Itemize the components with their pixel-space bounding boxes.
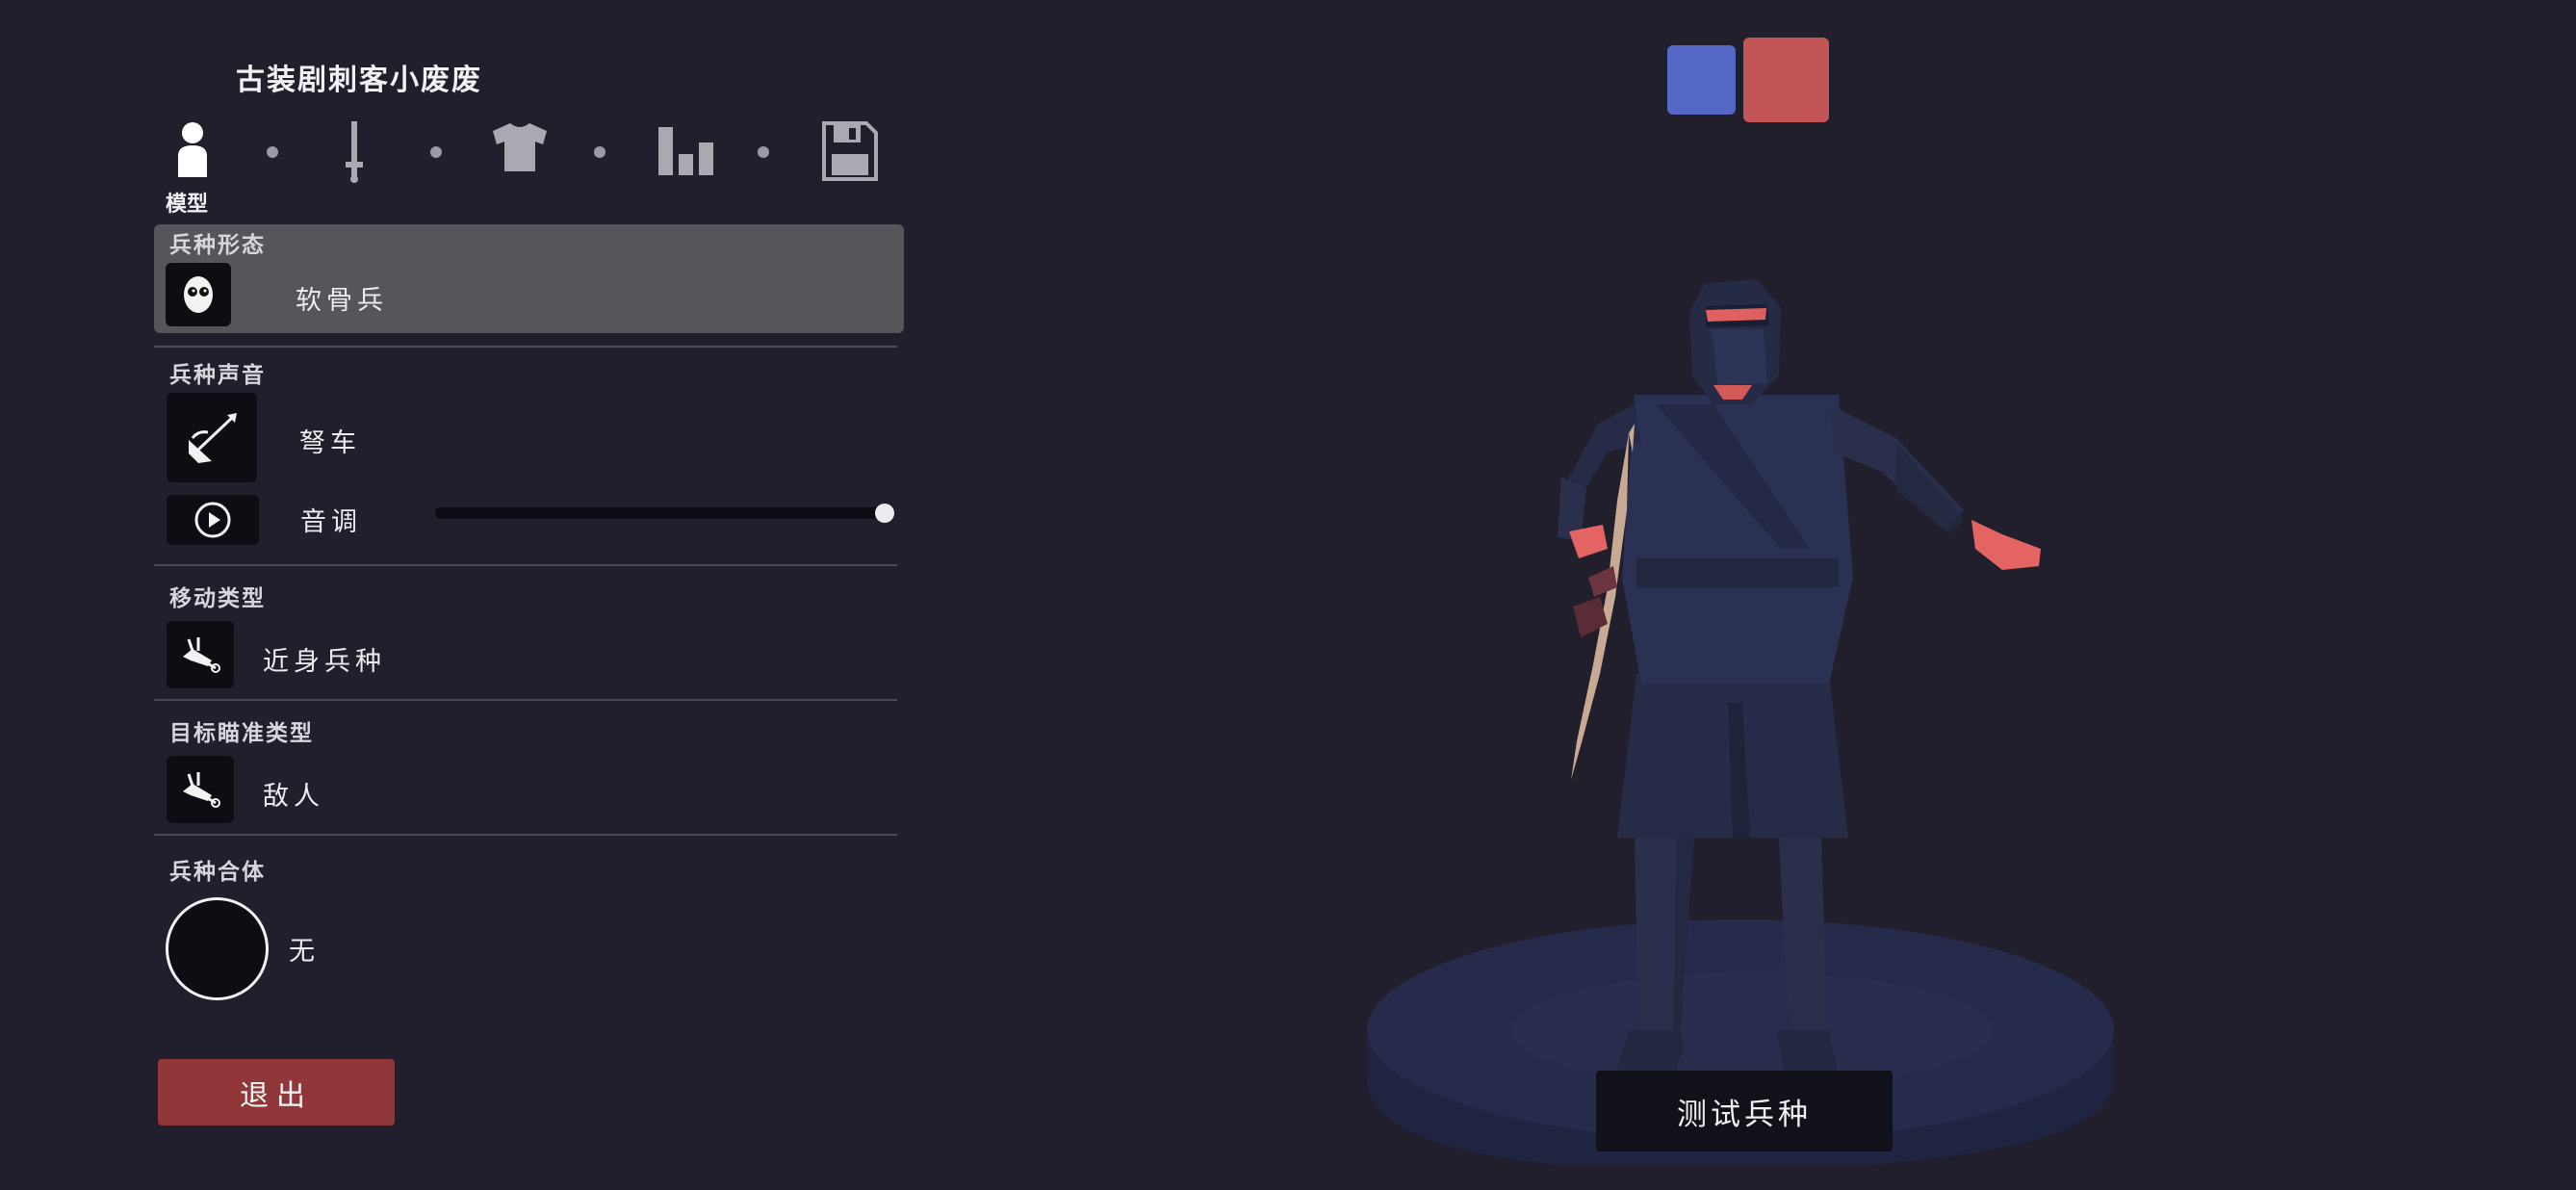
team-blue-swatch[interactable] [1667, 45, 1736, 115]
section-divider [154, 564, 897, 566]
movement-type-value: 近身兵种 [263, 647, 386, 677]
unit-combine-section: 兵种合体 无 [154, 851, 897, 1005]
section-divider [154, 834, 897, 836]
melee-unit-icon[interactable] [167, 756, 234, 823]
face-icon[interactable] [166, 263, 231, 326]
step-separator-dot [758, 146, 769, 158]
team-red-swatch[interactable] [1743, 38, 1829, 122]
targeting-type-label: 目标瞄准类型 [169, 721, 314, 746]
unit-preview-scene[interactable] [1328, 260, 2156, 1190]
exit-button[interactable]: 退出 [158, 1059, 395, 1125]
targeting-type-section: 目标瞄准类型 敌人 [154, 712, 897, 833]
unit-voice-section: 兵种声音 弩车 音调 [154, 354, 897, 556]
pitch-label: 音调 [300, 507, 362, 537]
unit-combine-value: 无 [289, 937, 320, 967]
pitch-slider[interactable] [435, 507, 885, 519]
step-weapon-tab[interactable] [343, 121, 366, 187]
melee-unit-icon[interactable] [167, 621, 234, 688]
step-stats-tab[interactable] [658, 121, 714, 179]
shirt-icon [493, 123, 547, 171]
targeting-type-value: 敌人 [263, 782, 324, 812]
unit-voice-value: 弩车 [299, 428, 361, 458]
section-divider [154, 346, 897, 348]
movement-type-section: 移动类型 近身兵种 [154, 578, 897, 698]
empty-circle-icon[interactable] [166, 897, 269, 1000]
step-separator-dot [267, 146, 278, 158]
test-unit-button[interactable]: 测试兵种 [1596, 1071, 1893, 1151]
step-model-label: 模型 [166, 193, 209, 217]
unit-form-section: 兵种形态 软骨兵 [154, 224, 897, 333]
play-sound-button[interactable] [167, 495, 259, 545]
bar-chart-icon [658, 127, 713, 175]
unit-name-title[interactable]: 古装剧刺客小废废 [157, 56, 561, 98]
ballista-icon[interactable] [167, 393, 257, 482]
step-model-tab[interactable] [175, 121, 210, 181]
unit-form-label: 兵种形态 [169, 233, 266, 258]
editor-steps-nav [154, 114, 886, 191]
step-save-tab[interactable] [822, 121, 878, 185]
person-icon [178, 122, 207, 177]
sword-icon [346, 121, 363, 183]
unit-form-value: 软骨兵 [296, 286, 388, 316]
save-icon [822, 121, 878, 181]
section-divider [154, 699, 897, 701]
play-icon [194, 502, 231, 538]
movement-type-label: 移动类型 [169, 586, 266, 611]
step-separator-dot [594, 146, 605, 158]
unit-combine-label: 兵种合体 [169, 860, 266, 885]
step-clothing-tab[interactable] [491, 121, 549, 177]
unit-voice-label: 兵种声音 [169, 363, 266, 388]
pitch-slider-handle[interactable] [875, 504, 894, 523]
step-separator-dot [430, 146, 442, 158]
